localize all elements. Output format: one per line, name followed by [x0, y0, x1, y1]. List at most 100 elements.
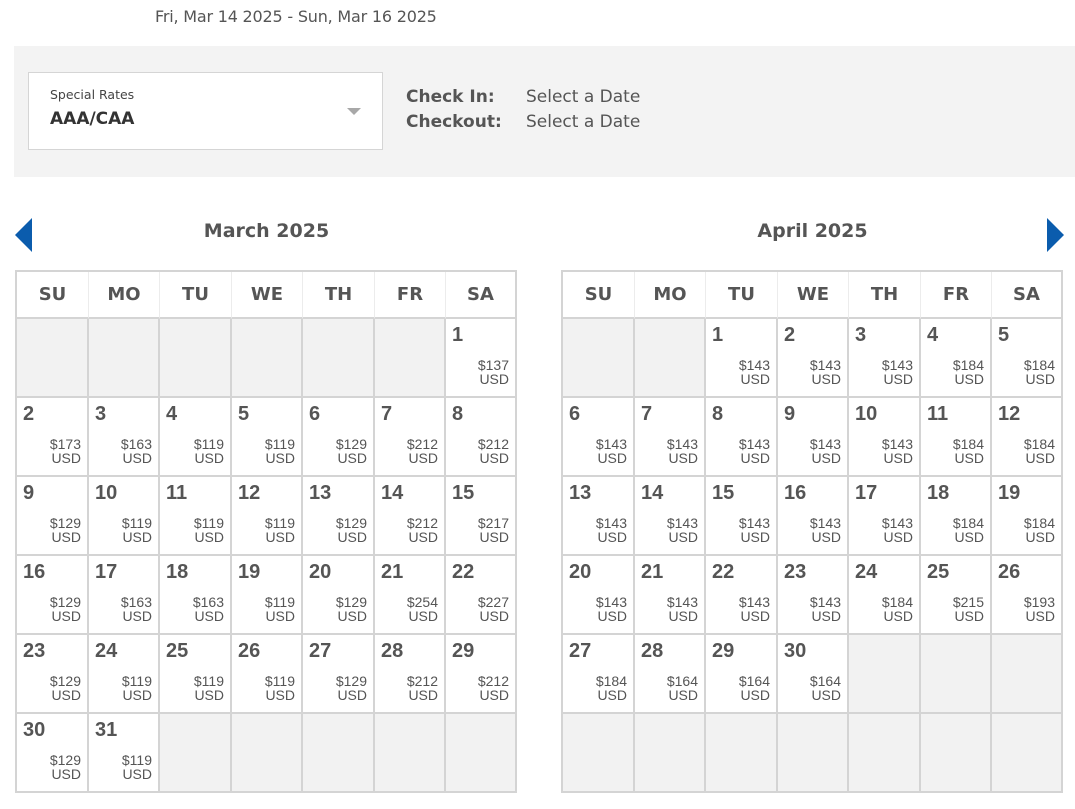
calendar-day[interactable]: 5 $184 USD [992, 319, 1063, 398]
calendar-grid: SU MO TU WE TH FR SA 1 $143 USD 2 $143 USD 3 $143 USD 4 $… [561, 270, 1063, 793]
calendar-day[interactable]: 23 $129 USD [17, 635, 89, 714]
calendar-day[interactable]: 28 $164 USD [635, 635, 706, 714]
calendar-day[interactable]: 12 $184 USD [992, 398, 1063, 477]
day-price: $212 USD [478, 437, 509, 465]
day-price: $119 USD [194, 437, 224, 465]
week-row: 13 $143 USD 14 $143 USD 15 $143 USD 16 $143 USD 17 $1… [563, 477, 1063, 556]
day-price: $143 USD [739, 516, 770, 544]
calendar-day[interactable]: 25 $215 USD [921, 556, 992, 635]
calendar-day[interactable]: 19 $184 USD [992, 477, 1063, 556]
calendar-day[interactable]: 28 $212 USD [375, 635, 446, 714]
calendar-day[interactable]: 1 $143 USD [706, 319, 778, 398]
price-currency: USD [122, 608, 152, 624]
price-amount: $164 [809, 673, 841, 689]
calendar-day[interactable]: 9 $129 USD [17, 477, 89, 556]
calendar-day[interactable]: 21 $143 USD [635, 556, 706, 635]
calendar-day[interactable]: 20 $129 USD [303, 556, 375, 635]
day-price: $212 USD [478, 674, 509, 702]
calendar-day[interactable]: 2 $173 USD [17, 398, 89, 477]
price-currency: USD [811, 687, 841, 703]
calendar-day[interactable]: 8 $212 USD [446, 398, 517, 477]
week-row: 20 $143 USD 21 $143 USD 22 $143 USD 23 $143 USD 24 $1… [563, 556, 1063, 635]
calendar-day[interactable]: 22 $143 USD [706, 556, 778, 635]
calendar-day[interactable]: 31 $119 USD [89, 714, 160, 793]
calendar-day[interactable]: 17 $163 USD [89, 556, 160, 635]
price-currency: USD [194, 450, 224, 466]
calendar-day[interactable]: 20 $143 USD [563, 556, 635, 635]
price-currency: USD [337, 687, 367, 703]
calendar-day[interactable]: 21 $254 USD [375, 556, 446, 635]
calendar-day[interactable]: 29 $212 USD [446, 635, 517, 714]
special-rates-dropdown[interactable]: Special Rates AAA/CAA [28, 72, 383, 150]
calendar-day[interactable]: 27 $129 USD [303, 635, 375, 714]
calendar-day[interactable]: 19 $119 USD [232, 556, 303, 635]
calendar-day[interactable]: 18 $163 USD [160, 556, 232, 635]
calendar-day[interactable]: 30 $129 USD [17, 714, 89, 793]
calendar-day[interactable]: 25 $119 USD [160, 635, 232, 714]
calendar-day[interactable]: 30 $164 USD [778, 635, 849, 714]
calendar-day[interactable]: 26 $193 USD [992, 556, 1063, 635]
weekday-header-row: SU MO TU WE TH FR SA [563, 272, 1063, 319]
day-price: $143 USD [739, 358, 770, 386]
calendar-day[interactable]: 24 $119 USD [89, 635, 160, 714]
day-price: $184 USD [1024, 516, 1055, 544]
calendar-day[interactable]: 12 $119 USD [232, 477, 303, 556]
calendar-day[interactable]: 4 $184 USD [921, 319, 992, 398]
day-number: 22 [712, 561, 735, 583]
day-number: 29 [712, 640, 735, 662]
calendar-day[interactable]: 24 $184 USD [849, 556, 921, 635]
price-amount: $129 [49, 673, 81, 689]
calendar-day[interactable]: 14 $143 USD [635, 477, 706, 556]
price-currency: USD [265, 608, 295, 624]
price-amount: $143 [595, 594, 627, 610]
price-amount: $184 [1023, 515, 1055, 531]
calendar-day[interactable]: 16 $143 USD [778, 477, 849, 556]
calendar-day[interactable]: 2 $143 USD [778, 319, 849, 398]
calendar-day[interactable]: 11 $119 USD [160, 477, 232, 556]
calendar-day[interactable]: 10 $119 USD [89, 477, 160, 556]
price-amount: $119 [264, 673, 295, 689]
price-amount: $212 [477, 436, 509, 452]
calendar-day[interactable]: 6 $143 USD [563, 398, 635, 477]
calendar-day[interactable]: 17 $143 USD [849, 477, 921, 556]
price-amount: $143 [881, 515, 913, 531]
calendar-day[interactable]: 8 $143 USD [706, 398, 778, 477]
calendar-day[interactable]: 10 $143 USD [849, 398, 921, 477]
calendar-day[interactable]: 23 $143 USD [778, 556, 849, 635]
calendar-day[interactable]: 15 $217 USD [446, 477, 517, 556]
calendar-day[interactable]: 5 $119 USD [232, 398, 303, 477]
empty-day-cell [89, 319, 160, 398]
price-currency: USD [51, 766, 81, 782]
price-currency: USD [51, 529, 81, 545]
calendar-day[interactable]: 7 $212 USD [375, 398, 446, 477]
calendar-day[interactable]: 22 $227 USD [446, 556, 517, 635]
calendar-day[interactable]: 13 $129 USD [303, 477, 375, 556]
calendar-day[interactable]: 7 $143 USD [635, 398, 706, 477]
day-price: $143 USD [810, 437, 841, 465]
day-price: $119 USD [122, 753, 152, 781]
calendar-day[interactable]: 16 $129 USD [17, 556, 89, 635]
day-number: 14 [381, 482, 404, 504]
calendar-day[interactable]: 18 $184 USD [921, 477, 992, 556]
calendar-day[interactable]: 1 $137 USD [446, 319, 517, 398]
day-price: $163 USD [193, 595, 224, 623]
day-price: $212 USD [407, 674, 438, 702]
calendar-day[interactable]: 6 $129 USD [303, 398, 375, 477]
empty-day-cell [160, 714, 232, 793]
price-currency: USD [597, 450, 627, 466]
calendar-day[interactable]: 27 $184 USD [563, 635, 635, 714]
calendar-day[interactable]: 4 $119 USD [160, 398, 232, 477]
weekday-header-row: SU MO TU WE TH FR SA [17, 272, 517, 319]
calendar-day[interactable]: 9 $143 USD [778, 398, 849, 477]
calendar-day[interactable]: 29 $164 USD [706, 635, 778, 714]
calendar-day[interactable]: 15 $143 USD [706, 477, 778, 556]
calendar-day[interactable]: 26 $119 USD [232, 635, 303, 714]
day-number: 8 [712, 403, 724, 425]
calendar-day[interactable]: 3 $163 USD [89, 398, 160, 477]
calendar-day[interactable]: 11 $184 USD [921, 398, 992, 477]
calendar-day[interactable]: 13 $143 USD [563, 477, 635, 556]
calendar-day[interactable]: 14 $212 USD [375, 477, 446, 556]
price-currency: USD [597, 687, 627, 703]
calendar-day[interactable]: 3 $143 USD [849, 319, 921, 398]
week-row: 27 $184 USD 28 $164 USD 29 $164 USD 30 $164 USD [563, 635, 1063, 714]
